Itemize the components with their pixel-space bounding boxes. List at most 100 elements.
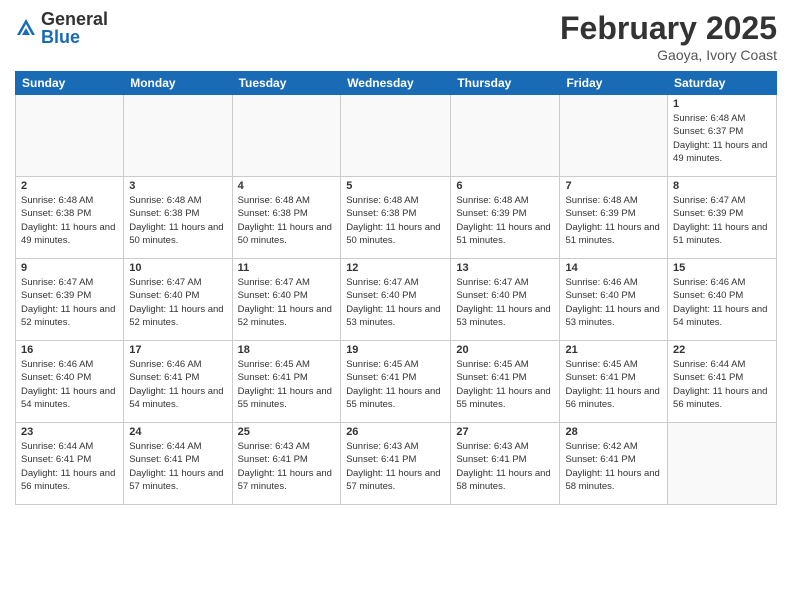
table-row: 2 Sunrise: 6:48 AM Sunset: 6:38 PM Daylig… [16, 177, 124, 259]
table-row: 5 Sunrise: 6:48 AM Sunset: 6:38 PM Daylig… [341, 177, 451, 259]
day-number: 12 [346, 262, 445, 274]
day-number: 1 [673, 98, 771, 110]
logo-icon [15, 17, 37, 39]
table-row: 1 Sunrise: 6:48 AM Sunset: 6:37 PM Daylig… [668, 95, 777, 177]
day-number: 20 [456, 344, 554, 356]
day-info: Sunrise: 6:43 AM Sunset: 6:41 PM Dayligh… [346, 440, 445, 493]
day-number: 24 [129, 426, 226, 438]
table-row: 23 Sunrise: 6:44 AM Sunset: 6:41 PM Dayli… [16, 423, 124, 505]
day-info: Sunrise: 6:45 AM Sunset: 6:41 PM Dayligh… [346, 358, 445, 411]
table-row: 17 Sunrise: 6:46 AM Sunset: 6:41 PM Dayli… [124, 341, 232, 423]
day-info: Sunrise: 6:47 AM Sunset: 6:40 PM Dayligh… [346, 276, 445, 329]
day-number: 25 [238, 426, 336, 438]
table-row: 24 Sunrise: 6:44 AM Sunset: 6:41 PM Dayli… [124, 423, 232, 505]
day-number: 17 [129, 344, 226, 356]
table-row: 4Sunrise: 6:48 AM Sunset: 6:38 PM Daylig… [232, 177, 341, 259]
logo-general-text: General [41, 10, 108, 28]
location: Gaoya, Ivory Coast [560, 47, 777, 63]
day-number: 21 [565, 344, 662, 356]
day-number: 23 [21, 426, 118, 438]
table-row: 19Sunrise: 6:45 AM Sunset: 6:41 PM Dayli… [341, 341, 451, 423]
table-row [560, 95, 668, 177]
table-row: 22 Sunrise: 6:44 AM Sunset: 6:41 PM Dayli… [668, 341, 777, 423]
table-row: 15 Sunrise: 6:46 AM Sunset: 6:40 PM Dayli… [668, 259, 777, 341]
table-row: 8Sunrise: 6:47 AM Sunset: 6:39 PM Daylig… [668, 177, 777, 259]
day-info: Sunrise: 6:44 AM Sunset: 6:41 PM Dayligh… [129, 440, 226, 493]
calendar-week-row: 2 Sunrise: 6:48 AM Sunset: 6:38 PM Daylig… [16, 177, 777, 259]
table-row: 14Sunrise: 6:46 AM Sunset: 6:40 PM Dayli… [560, 259, 668, 341]
table-row: 21 Sunrise: 6:45 AM Sunset: 6:41 PM Dayli… [560, 341, 668, 423]
table-row: 13Sunrise: 6:47 AM Sunset: 6:40 PM Dayli… [451, 259, 560, 341]
day-info: Sunrise: 6:48 AM Sunset: 6:38 PM Dayligh… [346, 194, 445, 247]
day-info: Sunrise: 6:46 AM Sunset: 6:40 PM Dayligh… [673, 276, 771, 329]
day-info: Sunrise: 6:46 AM Sunset: 6:40 PM Dayligh… [21, 358, 118, 411]
table-row: 20 Sunrise: 6:45 AM Sunset: 6:41 PM Dayli… [451, 341, 560, 423]
table-row [668, 423, 777, 505]
day-number: 14 [565, 262, 662, 274]
calendar-week-row: 16Sunrise: 6:46 AM Sunset: 6:40 PM Dayli… [16, 341, 777, 423]
day-number: 2 [21, 180, 118, 192]
calendar-header-row: Sunday Monday Tuesday Wednesday Thursday… [16, 72, 777, 95]
day-info: Sunrise: 6:42 AM Sunset: 6:41 PM Dayligh… [565, 440, 662, 493]
table-row: 16Sunrise: 6:46 AM Sunset: 6:40 PM Dayli… [16, 341, 124, 423]
day-number: 27 [456, 426, 554, 438]
table-row: 12 Sunrise: 6:47 AM Sunset: 6:40 PM Dayli… [341, 259, 451, 341]
day-number: 15 [673, 262, 771, 274]
table-row: 11Sunrise: 6:47 AM Sunset: 6:40 PM Dayli… [232, 259, 341, 341]
day-number: 3 [129, 180, 226, 192]
day-info: Sunrise: 6:48 AM Sunset: 6:39 PM Dayligh… [456, 194, 554, 247]
day-number: 18 [238, 344, 336, 356]
day-number: 10 [129, 262, 226, 274]
day-info: Sunrise: 6:45 AM Sunset: 6:41 PM Dayligh… [565, 358, 662, 411]
table-row: 25Sunrise: 6:43 AM Sunset: 6:41 PM Dayli… [232, 423, 341, 505]
day-info: Sunrise: 6:45 AM Sunset: 6:41 PM Dayligh… [238, 358, 336, 411]
calendar-week-row: 23 Sunrise: 6:44 AM Sunset: 6:41 PM Dayli… [16, 423, 777, 505]
calendar-week-row: 1 Sunrise: 6:48 AM Sunset: 6:37 PM Daylig… [16, 95, 777, 177]
day-info: Sunrise: 6:47 AM Sunset: 6:39 PM Dayligh… [673, 194, 771, 247]
day-number: 13 [456, 262, 554, 274]
day-info: Sunrise: 6:44 AM Sunset: 6:41 PM Dayligh… [21, 440, 118, 493]
month-title: February 2025 [560, 10, 777, 47]
day-info: Sunrise: 6:48 AM Sunset: 6:38 PM Dayligh… [129, 194, 226, 247]
day-info: Sunrise: 6:44 AM Sunset: 6:41 PM Dayligh… [673, 358, 771, 411]
calendar-week-row: 9 Sunrise: 6:47 AM Sunset: 6:39 PM Daylig… [16, 259, 777, 341]
col-wednesday: Wednesday [341, 72, 451, 95]
day-info: Sunrise: 6:48 AM Sunset: 6:38 PM Dayligh… [21, 194, 118, 247]
col-thursday: Thursday [451, 72, 560, 95]
table-row: 7Sunrise: 6:48 AM Sunset: 6:39 PM Daylig… [560, 177, 668, 259]
title-area: February 2025 Gaoya, Ivory Coast [560, 10, 777, 63]
day-info: Sunrise: 6:47 AM Sunset: 6:39 PM Dayligh… [21, 276, 118, 329]
page: General Blue February 2025 Gaoya, Ivory … [0, 0, 792, 612]
logo-blue-text: Blue [41, 28, 108, 46]
table-row: 6Sunrise: 6:48 AM Sunset: 6:39 PM Daylig… [451, 177, 560, 259]
day-info: Sunrise: 6:47 AM Sunset: 6:40 PM Dayligh… [238, 276, 336, 329]
table-row [16, 95, 124, 177]
col-monday: Monday [124, 72, 232, 95]
day-number: 22 [673, 344, 771, 356]
logo: General Blue [15, 10, 108, 46]
day-info: Sunrise: 6:46 AM Sunset: 6:41 PM Dayligh… [129, 358, 226, 411]
table-row [451, 95, 560, 177]
col-saturday: Saturday [668, 72, 777, 95]
table-row: 3 Sunrise: 6:48 AM Sunset: 6:38 PM Daylig… [124, 177, 232, 259]
day-info: Sunrise: 6:47 AM Sunset: 6:40 PM Dayligh… [129, 276, 226, 329]
table-row: 9 Sunrise: 6:47 AM Sunset: 6:39 PM Daylig… [16, 259, 124, 341]
table-row: 18 Sunrise: 6:45 AM Sunset: 6:41 PM Dayli… [232, 341, 341, 423]
table-row: 26 Sunrise: 6:43 AM Sunset: 6:41 PM Dayli… [341, 423, 451, 505]
table-row: 27 Sunrise: 6:43 AM Sunset: 6:41 PM Dayli… [451, 423, 560, 505]
day-info: Sunrise: 6:48 AM Sunset: 6:37 PM Dayligh… [673, 112, 771, 165]
day-info: Sunrise: 6:48 AM Sunset: 6:38 PM Dayligh… [238, 194, 336, 247]
day-number: 26 [346, 426, 445, 438]
day-number: 7 [565, 180, 662, 192]
table-row [232, 95, 341, 177]
day-number: 5 [346, 180, 445, 192]
col-sunday: Sunday [16, 72, 124, 95]
table-row: 10 Sunrise: 6:47 AM Sunset: 6:40 PM Dayli… [124, 259, 232, 341]
day-number: 28 [565, 426, 662, 438]
table-row [124, 95, 232, 177]
day-info: Sunrise: 6:43 AM Sunset: 6:41 PM Dayligh… [456, 440, 554, 493]
day-number: 9 [21, 262, 118, 274]
col-friday: Friday [560, 72, 668, 95]
day-info: Sunrise: 6:45 AM Sunset: 6:41 PM Dayligh… [456, 358, 554, 411]
header: General Blue February 2025 Gaoya, Ivory … [15, 10, 777, 63]
